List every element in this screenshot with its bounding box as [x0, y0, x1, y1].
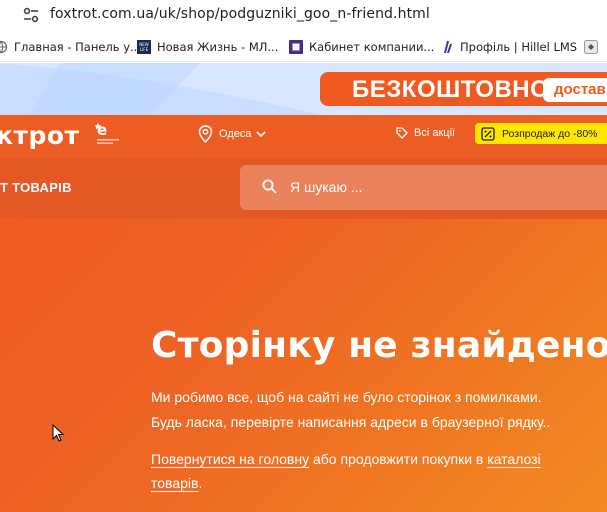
purple-square-icon [289, 40, 303, 54]
city-label: Одеса [219, 128, 252, 140]
svg-text:e: e [97, 121, 107, 139]
tag-icon [396, 127, 408, 139]
bookmarks-bar: Главная - Панель у... NEW LIFE Новая Жизн… [0, 32, 607, 62]
sale-label: Розпродаж до -80% [502, 127, 598, 140]
search-placeholder: Я шукаю ... [290, 179, 363, 195]
bookmark-item-hillel[interactable]: Профіль | Hillel LMS [440, 39, 577, 55]
site-info-icon[interactable] [22, 6, 40, 24]
location-pin-icon [198, 125, 213, 143]
promo-headline: БЕЗКОШТОВНО [352, 76, 550, 103]
navigation-hint-trailing: . [198, 475, 203, 491]
navigation-hint: Повернутися на головну або продовжити по… [151, 451, 541, 467]
catalog-button[interactable]: Т ТОВАРІВ [0, 180, 72, 195]
bookmark-item-newlife[interactable]: NEW LIFE Новая Жизнь - МЛ... [137, 39, 278, 55]
back-to-home-link[interactable]: Повернутися на головну [151, 451, 309, 467]
chevron-down-icon [256, 131, 267, 138]
bookmark-label: Новая Жизнь - МЛ... [157, 40, 279, 54]
bookmark-label: Главная - Панель у... [14, 40, 141, 54]
bookmark-item-kabinet[interactable]: Кабинет компании... [289, 39, 434, 55]
bookmark-item-more[interactable] [584, 39, 604, 55]
percent-badge-icon [481, 126, 495, 141]
address-bar[interactable]: foxtrot.com.ua/uk/shop/podguzniki_goo_n-… [0, 0, 607, 32]
newlife-icon: NEWLIFE [137, 40, 151, 54]
promo-banner[interactable]: БЕЗКОШТОВНО достав [0, 63, 607, 115]
navigation-hint-middle: або продовжити покупки в [309, 451, 488, 467]
folder-icon [584, 40, 598, 54]
promo-delivery-tag: достав [543, 78, 607, 102]
error-description-line2: Будь ласка, перевірте написання адреси в… [151, 414, 551, 430]
navigation-hint-line2: товарів. [151, 475, 202, 491]
promo-delivery-label: достав [554, 81, 606, 98]
page-title: Сторінку не знайдено [151, 325, 607, 366]
bookmark-label: Кабинет компании... [309, 40, 435, 54]
all-promotions-link[interactable]: Всі акції [396, 127, 455, 139]
catalog-link-part1[interactable]: каталозі [487, 451, 540, 467]
catalog-link-part2[interactable]: товарів [151, 475, 198, 491]
mouse-cursor-icon [52, 424, 64, 442]
url-text[interactable]: foxtrot.com.ua/uk/shop/podguzniki_goo_n-… [50, 6, 430, 22]
search-input[interactable]: Я шукаю ... [240, 165, 607, 210]
all-promotions-label: Всі акції [414, 127, 456, 139]
svg-text:LIFE: LIFE [140, 47, 149, 52]
foxtrot-logo[interactable]: ктрот [0, 121, 80, 150]
hillel-icon [444, 41, 452, 53]
globe-icon [0, 40, 8, 54]
error-description-line1: Ми робимо все, щоб на сайті не було стор… [151, 389, 542, 405]
bookmark-item-glavnaya[interactable]: Главная - Панель у... [0, 39, 141, 55]
search-icon [262, 179, 277, 194]
euronics-logo-icon: e [95, 121, 119, 144]
city-selector[interactable]: Одеса [198, 125, 267, 143]
sale-badge[interactable]: Розпродаж до -80% [475, 123, 607, 144]
bookmark-label: Профіль | Hillel LMS [460, 40, 578, 54]
